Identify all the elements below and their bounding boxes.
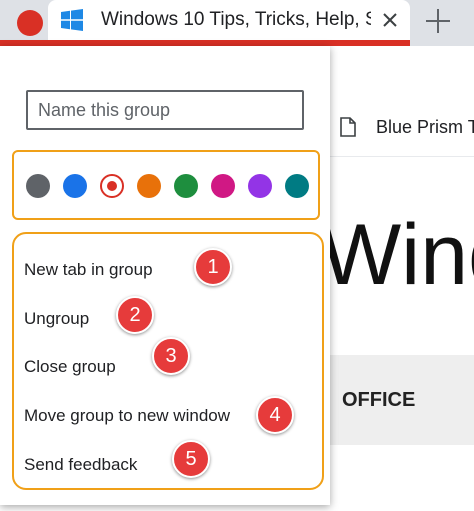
group-menu: New tab in group Ungroup Close group Mov… xyxy=(12,232,324,490)
active-tab[interactable]: Windows 10 Tips, Tricks, Help, Support, … xyxy=(48,0,410,40)
tab-strip: Windows 10 Tips, Tricks, Help, Support, … xyxy=(0,0,474,46)
step-badge: 4 xyxy=(256,396,294,434)
site-logo-text: Windows xyxy=(320,212,474,298)
color-swatch-purple[interactable] xyxy=(248,174,272,198)
tab-title: Windows 10 Tips, Tricks, Help, Support, … xyxy=(101,9,371,30)
color-swatch-pink[interactable] xyxy=(211,174,235,198)
menu-item-send-feedback[interactable]: Send feedback xyxy=(24,455,137,475)
nav-item-office[interactable]: OFFICE xyxy=(342,389,415,412)
menu-item-ungroup[interactable]: Ungroup xyxy=(24,309,89,329)
color-swatch-cyan[interactable] xyxy=(285,174,309,198)
color-swatch-blue[interactable] xyxy=(63,174,87,198)
step-badge: 2 xyxy=(116,296,154,334)
menu-item-close-group[interactable]: Close group xyxy=(24,357,116,377)
color-swatch-green[interactable] xyxy=(174,174,198,198)
bookmark-item[interactable]: Blue Prism Tutorials xyxy=(376,117,474,138)
color-swatch-grey[interactable] xyxy=(26,174,50,198)
plus-icon[interactable] xyxy=(424,7,452,35)
color-swatch-red[interactable] xyxy=(100,174,124,198)
tab-group-indicator[interactable] xyxy=(17,10,43,36)
group-name-input[interactable] xyxy=(26,90,304,130)
close-icon[interactable] xyxy=(380,10,400,30)
windows-logo-icon xyxy=(61,9,83,31)
step-badge: 1 xyxy=(194,248,232,286)
page-icon xyxy=(340,117,356,137)
step-badge: 5 xyxy=(172,440,210,478)
color-swatch-orange[interactable] xyxy=(137,174,161,198)
color-picker xyxy=(12,150,320,220)
tab-group-editor: New tab in group Ungroup Close group Mov… xyxy=(0,46,330,505)
menu-item-move-group-to-new-window[interactable]: Move group to new window xyxy=(24,406,230,426)
menu-item-new-tab-in-group[interactable]: New tab in group xyxy=(24,260,153,280)
step-badge: 3 xyxy=(152,337,190,375)
